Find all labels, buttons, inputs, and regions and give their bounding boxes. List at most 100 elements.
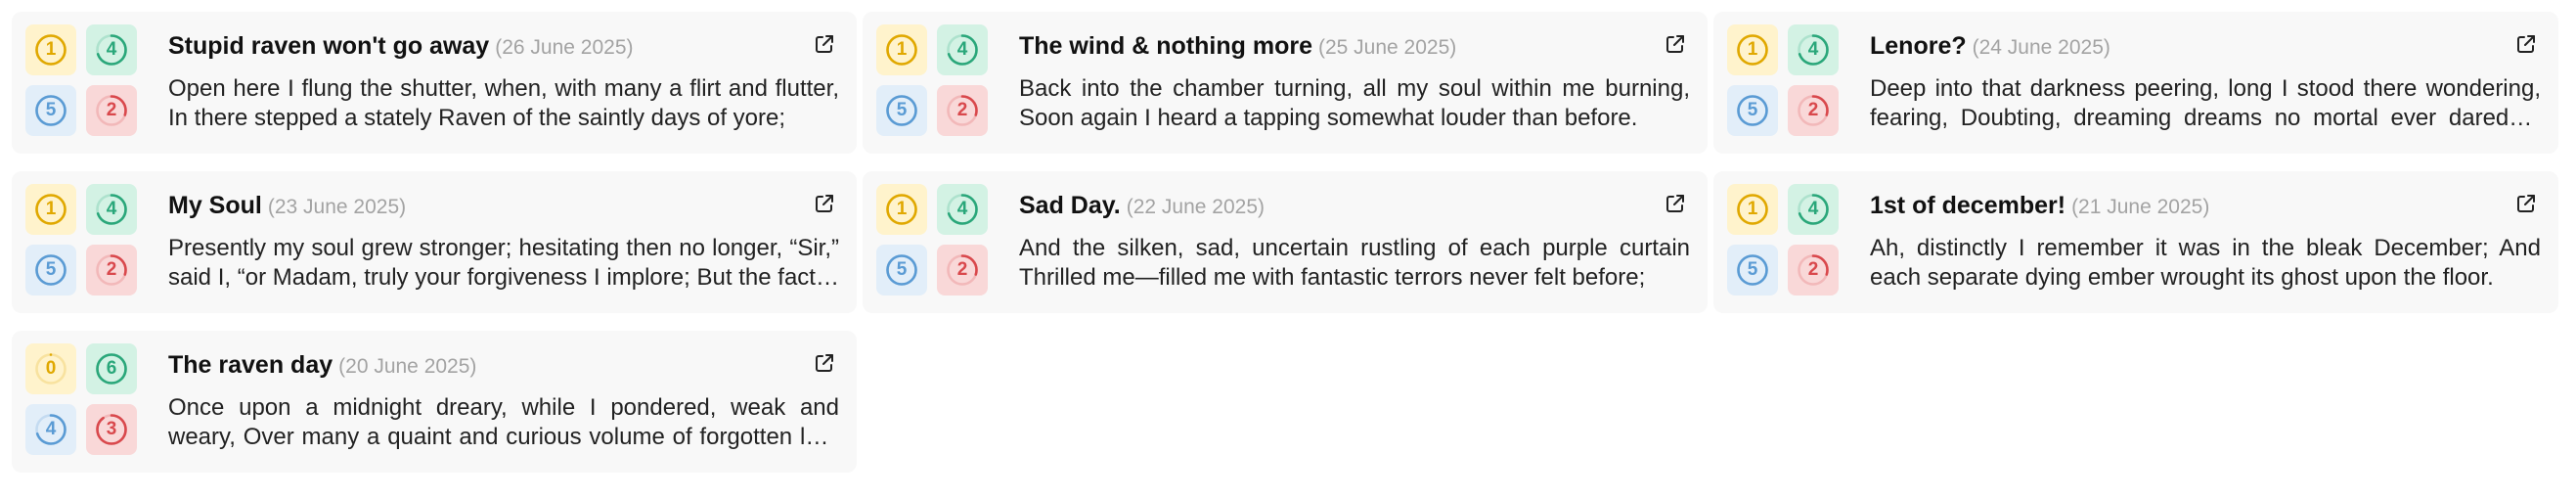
badge-count: 2: [1807, 259, 1819, 280]
badge-count: 1: [1747, 39, 1758, 60]
blue-progress-badge: 4: [25, 404, 76, 455]
entry-date: (26 June 2025): [495, 36, 634, 59]
green-progress-badge: 6: [86, 343, 137, 394]
yellow-progress-badge: 1: [1727, 24, 1778, 75]
entry-header: 1st of december! (21 June 2025): [1870, 189, 2541, 222]
entry-excerpt: Open here I flung the shutter, when, wit…: [168, 75, 839, 131]
entry-title[interactable]: 1st of december!: [1870, 192, 2065, 219]
entry-date: (22 June 2025): [1126, 196, 1266, 218]
badge-count: 4: [106, 199, 117, 219]
entry-header: The wind & nothing more (25 June 2025): [1019, 29, 1690, 63]
entry-card[interactable]: 0 6 4 3 The raven day (20 June 2025) Once…: [12, 331, 857, 473]
entry-card[interactable]: 1 4 5 2 Stupid raven won't go away (26 Ju…: [12, 12, 857, 154]
green-progress-badge: 4: [937, 184, 988, 235]
badge-count: 4: [1807, 39, 1819, 60]
entry-excerpt: Presently my soul grew stronger; hesitat…: [168, 235, 839, 291]
entry-content: Sad Day. (22 June 2025) And the silken, s…: [1019, 189, 1690, 293]
badge-count: 5: [45, 100, 57, 120]
entry-title[interactable]: Lenore?: [1870, 32, 1967, 60]
entry-card[interactable]: 1 4 5 2 My Soul (23 June 2025) Presently …: [12, 171, 857, 313]
entry-header: Sad Day. (22 June 2025): [1019, 189, 1690, 222]
green-progress-badge: 4: [86, 24, 137, 75]
badge-count: 3: [106, 419, 117, 439]
yellow-progress-badge: 1: [25, 184, 76, 235]
entry-content: The wind & nothing more (25 June 2025) Ba…: [1019, 29, 1690, 133]
entry-content: The raven day (20 June 2025) Once upon a …: [168, 348, 839, 452]
badge-count: 4: [956, 199, 968, 219]
badge-count: 5: [896, 100, 908, 120]
green-progress-badge: 4: [1788, 24, 1839, 75]
entry-header: My Soul (23 June 2025): [168, 189, 839, 222]
badge-count: 4: [45, 419, 57, 439]
badge-count: 0: [45, 358, 57, 379]
badge-count: 5: [896, 259, 908, 280]
entry-content: Stupid raven won't go away (26 June 2025)…: [168, 29, 839, 133]
yellow-progress-badge: 0: [25, 343, 76, 394]
entry-date: (23 June 2025): [267, 196, 407, 218]
badge-count: 2: [1807, 100, 1819, 120]
badge-count: 1: [1747, 199, 1758, 219]
green-progress-badge: 4: [937, 24, 988, 75]
entry-title[interactable]: Sad Day.: [1019, 192, 1121, 219]
badge-count: 1: [896, 199, 908, 219]
badge-group: 1 4 5 2: [25, 24, 137, 136]
red-progress-badge: 2: [1788, 245, 1839, 295]
yellow-progress-badge: 1: [1727, 184, 1778, 235]
badge-count: 1: [45, 199, 57, 219]
entry-content: Lenore? (24 June 2025) Deep into that dar…: [1870, 29, 2541, 133]
red-progress-badge: 3: [86, 404, 137, 455]
blue-progress-badge: 5: [1727, 245, 1778, 295]
red-progress-badge: 2: [937, 85, 988, 136]
badge-count: 4: [106, 39, 117, 60]
entry-excerpt: And the silken, sad, uncertain rustling …: [1019, 235, 1690, 291]
entry-card[interactable]: 1 4 5 2 Lenore? (24 June 2025) Deep into …: [1713, 12, 2558, 154]
external-link-icon[interactable]: [814, 193, 835, 214]
badge-count: 5: [1747, 100, 1758, 120]
badge-group: 0 6 4 3: [25, 343, 137, 455]
entry-title[interactable]: Stupid raven won't go away: [168, 32, 489, 60]
red-progress-badge: 2: [1788, 85, 1839, 136]
blue-progress-badge: 5: [1727, 85, 1778, 136]
badge-group: 1 4 5 2: [1727, 184, 1839, 295]
entry-date: (20 June 2025): [338, 355, 477, 378]
entry-excerpt: Ah, distinctly I remember it was in the …: [1870, 235, 2541, 291]
badge-count: 2: [106, 100, 117, 120]
blue-progress-badge: 5: [876, 245, 927, 295]
yellow-progress-badge: 1: [876, 24, 927, 75]
entry-header: Lenore? (24 June 2025): [1870, 29, 2541, 63]
red-progress-badge: 2: [86, 245, 137, 295]
entry-title[interactable]: The wind & nothing more: [1019, 32, 1312, 60]
entry-title[interactable]: My Soul: [168, 192, 262, 219]
entry-title[interactable]: The raven day: [168, 351, 333, 379]
entry-date: (24 June 2025): [1972, 36, 2110, 59]
external-link-icon[interactable]: [2515, 33, 2537, 55]
external-link-icon[interactable]: [814, 33, 835, 55]
blue-progress-badge: 5: [25, 245, 76, 295]
entry-content: 1st of december! (21 June 2025) Ah, disti…: [1870, 189, 2541, 293]
green-progress-badge: 4: [86, 184, 137, 235]
external-link-icon[interactable]: [1665, 33, 1686, 55]
entry-header: Stupid raven won't go away (26 June 2025): [168, 29, 839, 63]
badge-count: 2: [956, 259, 968, 280]
blue-progress-badge: 5: [876, 85, 927, 136]
badge-count: 6: [106, 358, 117, 379]
external-link-icon[interactable]: [1665, 193, 1686, 214]
entry-card[interactable]: 1 4 5 2 Sad Day. (22 June 2025) And the s…: [863, 171, 1708, 313]
entry-card[interactable]: 1 4 5 2 1st of december! (21 June 2025) A…: [1713, 171, 2558, 313]
external-link-icon[interactable]: [2515, 193, 2537, 214]
external-link-icon[interactable]: [814, 352, 835, 374]
blue-progress-badge: 5: [25, 85, 76, 136]
entry-card[interactable]: 1 4 5 2 The wind & nothing more (25 June …: [863, 12, 1708, 154]
red-progress-badge: 2: [937, 245, 988, 295]
entry-content: My Soul (23 June 2025) Presently my soul …: [168, 189, 839, 293]
badge-count: 4: [1807, 199, 1819, 219]
badge-count: 1: [45, 39, 57, 60]
entry-excerpt: Once upon a midnight dreary, while I pon…: [168, 394, 839, 450]
green-progress-badge: 4: [1788, 184, 1839, 235]
yellow-progress-badge: 1: [25, 24, 76, 75]
entry-date: (21 June 2025): [2071, 196, 2210, 218]
badge-count: 2: [956, 100, 968, 120]
entry-date: (25 June 2025): [1317, 36, 1457, 59]
yellow-progress-badge: 1: [876, 184, 927, 235]
badge-count: 1: [896, 39, 908, 60]
